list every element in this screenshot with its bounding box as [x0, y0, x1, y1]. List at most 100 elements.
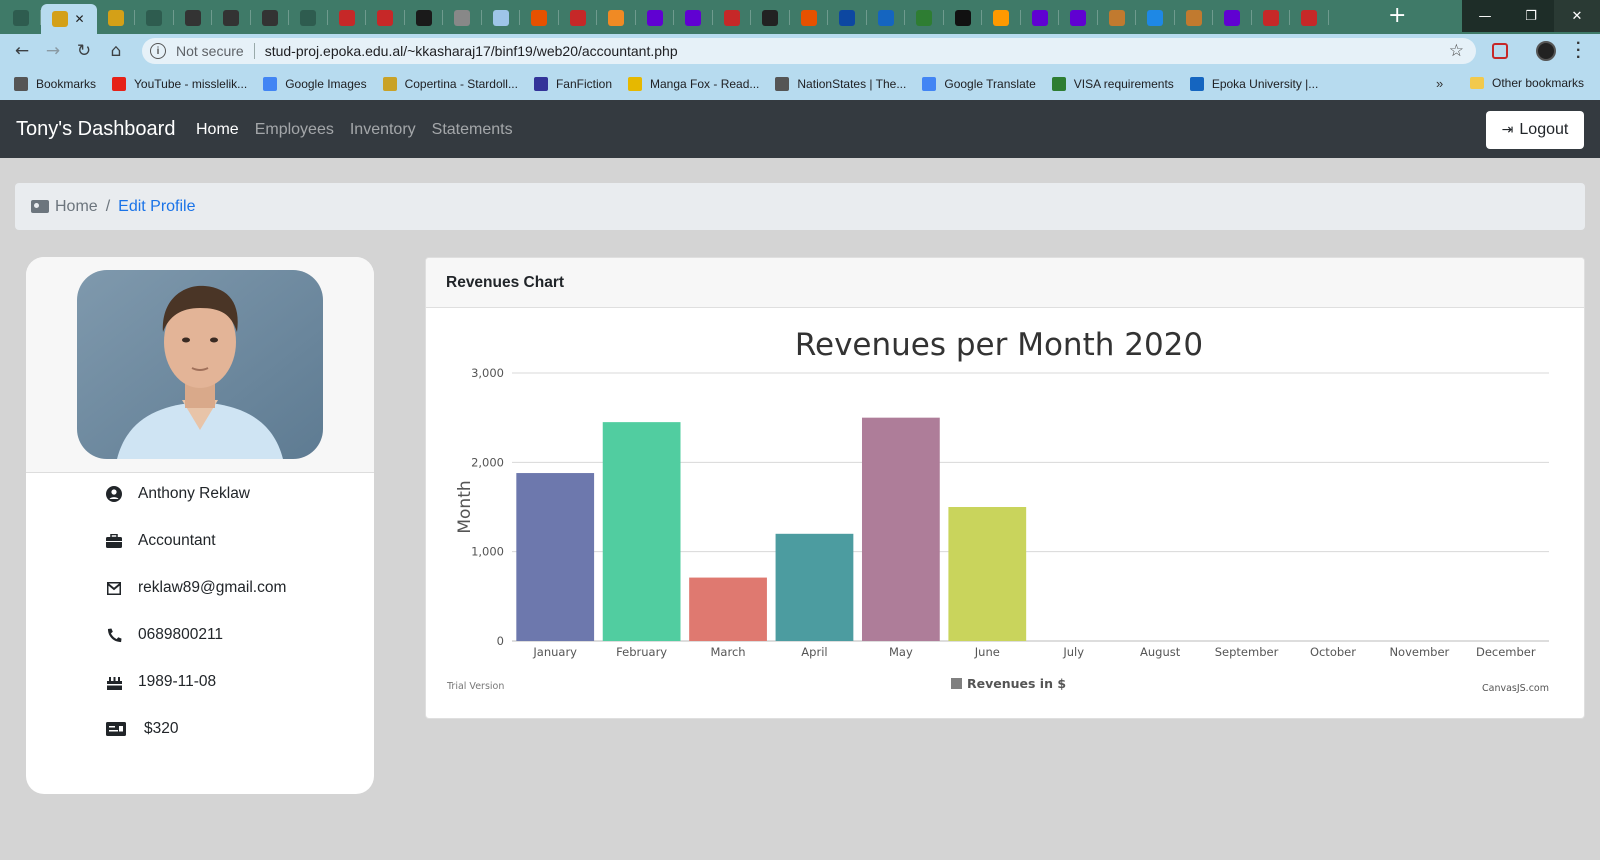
reload-icon[interactable]: ↻ [74, 41, 94, 61]
tab-favicon-icon [13, 9, 30, 26]
browser-tab[interactable] [97, 4, 136, 31]
browser-tab[interactable] [597, 4, 636, 31]
legend-swatch [951, 678, 962, 689]
browser-tab[interactable] [289, 4, 328, 31]
browser-tab[interactable] [366, 4, 405, 31]
nav-employees[interactable]: Employees [255, 121, 334, 139]
browser-tab[interactable] [1213, 4, 1252, 31]
address-bar-row: ← → ↻ ⌂ i Not secure stud-proj.epoka.edu… [0, 34, 1600, 68]
browser-tab[interactable] [559, 4, 598, 31]
omnibox[interactable]: i Not secure stud-proj.epoka.edu.al/~kka… [142, 38, 1476, 64]
browser-tab[interactable] [944, 4, 983, 31]
tab-favicon-icon [223, 9, 240, 26]
tab-favicon-icon [839, 9, 856, 26]
bookmark-item[interactable]: Google Translate [922, 77, 1036, 91]
id-card-icon [31, 200, 49, 213]
bookmark-item[interactable]: Copertina - Stardoll... [382, 77, 518, 91]
bookmark-label: Google Images [285, 77, 367, 91]
profile-salary: $320 [144, 720, 179, 737]
restore-button[interactable]: ❐ [1508, 0, 1554, 32]
bookmark-item[interactable]: FanFiction [533, 77, 612, 91]
close-tab-icon[interactable]: ✕ [74, 12, 84, 26]
browser-tab[interactable] [867, 4, 906, 31]
browser-tab[interactable]: ✕ [40, 4, 97, 34]
youtube-icon [112, 77, 127, 91]
forward-arrow-icon[interactable]: → [43, 41, 63, 61]
bookmarks-overflow-icon[interactable]: » [1436, 76, 1443, 91]
browser-tab[interactable] [520, 4, 559, 31]
browser-tab[interactable] [1290, 4, 1329, 31]
home-icon[interactable]: ⌂ [106, 41, 126, 61]
bookmark-item[interactable]: VISA requirements [1051, 77, 1174, 91]
browser-tab[interactable] [1059, 4, 1098, 31]
folder-icon [1470, 77, 1484, 89]
bookmark-item[interactable]: Bookmarks [14, 77, 96, 91]
browser-tab[interactable] [674, 4, 713, 31]
tab-favicon-icon [954, 9, 971, 26]
extension-icon[interactable] [1492, 43, 1508, 59]
profile-email[interactable]: reklaw89@gmail.com [138, 579, 286, 597]
bookmark-item[interactable]: Manga Fox - Read... [628, 77, 759, 91]
profile-name: Anthony Reklaw [138, 485, 251, 502]
browser-tab[interactable] [405, 4, 444, 31]
profile-phone-row: 0689800211 [106, 626, 223, 644]
browser-tab[interactable] [1098, 4, 1137, 31]
nav-statements[interactable]: Statements [432, 121, 513, 139]
profile-email-row: reklaw89@gmail.com [106, 579, 286, 597]
browser-menu-icon[interactable]: · · · [1576, 36, 1581, 66]
minimize-button[interactable]: — [1462, 0, 1508, 32]
profile-photo [77, 270, 323, 459]
back-arrow-icon[interactable]: ← [12, 41, 32, 61]
logout-button[interactable]: ⇥ Logout [1486, 111, 1584, 149]
browser-tab[interactable] [751, 4, 790, 31]
url-text[interactable]: stud-proj.epoka.edu.al/~kkasharaj17/binf… [265, 43, 678, 59]
browser-tab[interactable] [443, 4, 482, 31]
y-tick-label: 0 [497, 634, 504, 648]
money-check-icon [106, 721, 126, 737]
bookmark-item[interactable]: Epoka University |... [1189, 77, 1318, 91]
profile-avatar-icon[interactable] [1536, 41, 1556, 61]
browser-tab[interactable] [636, 4, 675, 31]
browser-tab[interactable] [251, 4, 290, 31]
nav-home[interactable]: Home [196, 121, 239, 139]
browser-tab[interactable] [1136, 4, 1175, 31]
browser-tab[interactable] [328, 4, 367, 31]
x-tick-label: February [616, 645, 667, 659]
browser-tab[interactable] [828, 4, 867, 31]
sign-out-icon: ⇥ [1501, 122, 1514, 138]
browser-tab[interactable] [905, 4, 944, 31]
chart-bar [948, 507, 1027, 641]
other-bookmarks[interactable]: Other bookmarks [1470, 76, 1584, 90]
site-info-icon[interactable]: i [150, 43, 166, 59]
browser-tab[interactable] [482, 4, 521, 31]
browser-tab[interactable] [982, 4, 1021, 31]
y-axis-label: Month [455, 480, 475, 533]
legend-label: Revenues in $ [967, 676, 1066, 691]
bookmark-item[interactable]: NationStates | The... [775, 77, 906, 91]
tab-favicon-icon [184, 9, 201, 26]
breadcrumb-home[interactable]: Home [55, 198, 98, 216]
bookmark-star-icon[interactable]: ☆ [1449, 41, 1464, 61]
close-window-button[interactable]: ✕ [1554, 0, 1600, 32]
brand-logo-text[interactable]: Tony's Dashboard [16, 118, 175, 141]
nav-inventory[interactable]: Inventory [350, 121, 416, 139]
browser-tab[interactable] [2, 4, 41, 31]
browser-tab[interactable] [135, 4, 174, 31]
briefcase-icon [106, 533, 122, 549]
bookmark-label: NationStates | The... [797, 77, 907, 91]
tab-favicon-icon [646, 9, 663, 26]
breadcrumb-current[interactable]: Edit Profile [118, 198, 195, 216]
bookmarks-list: Bookmarks YouTube - misslelik... Google Im… [0, 77, 1318, 91]
bookmark-item[interactable]: YouTube - misslelik... [112, 77, 247, 91]
browser-tab[interactable] [212, 4, 251, 31]
browser-tab[interactable] [790, 4, 829, 31]
new-tab-button[interactable]: + [1388, 5, 1406, 27]
x-tick-label: September [1215, 645, 1279, 659]
bookmark-item[interactable]: Google Images [263, 77, 367, 91]
breadcrumb-separator: / [105, 197, 111, 215]
browser-tab[interactable] [1021, 4, 1060, 31]
browser-tab[interactable] [713, 4, 752, 31]
browser-tab[interactable] [1175, 4, 1214, 31]
browser-tab[interactable] [174, 4, 213, 31]
browser-tab[interactable] [1252, 4, 1291, 31]
